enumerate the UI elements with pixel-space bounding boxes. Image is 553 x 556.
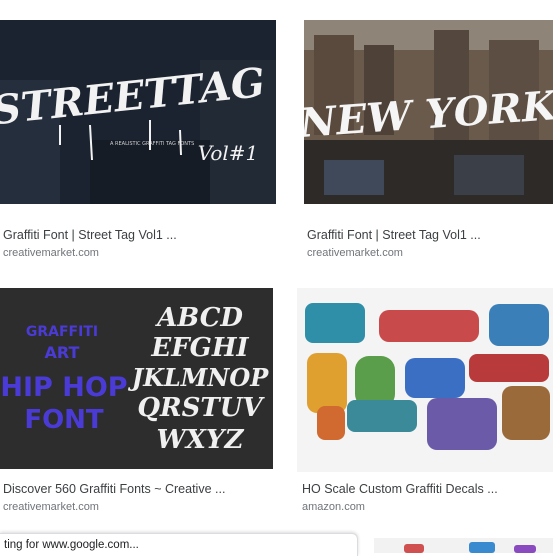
result-source-1[interactable]: creativemarket.com (3, 247, 99, 259)
graffiti-lettering: GRAFFITI (26, 324, 98, 340)
font-lettering: FONT (24, 405, 104, 435)
graffiti-decals-artwork (297, 288, 553, 472)
hip-hop-lettering: HIP HOP (0, 372, 127, 403)
result-source-4[interactable]: amazon.com (302, 501, 365, 513)
alphabet-row-5: WXYZ (157, 425, 245, 455)
result-title-2[interactable]: Graffiti Font | Street Tag Vol1 ... (307, 228, 547, 242)
status-text: ting for www.google.com... (4, 539, 139, 551)
result-title-4[interactable]: HO Scale Custom Graffiti Decals ... (302, 482, 552, 496)
art-lettering: ART (45, 343, 80, 362)
result-source-3[interactable]: creativemarket.com (3, 501, 99, 513)
result-source-2[interactable]: creativemarket.com (307, 247, 403, 259)
street-tag-artwork: STREETTAG Vol#1 A REALISTIC GRAFFITI TAG… (0, 20, 276, 204)
result-thumbnail-2[interactable]: NEW YORK (304, 20, 553, 204)
alphabet-row-4: QRSTUV (137, 393, 265, 423)
next-result-artwork (374, 538, 553, 553)
result-thumbnail-4[interactable] (297, 288, 553, 472)
hip-hop-font-artwork: GRAFFITI ART HIP HOP FONT ABCD EFGHI JKL… (0, 288, 273, 469)
result-title-1[interactable]: Graffiti Font | Street Tag Vol1 ... (3, 228, 273, 242)
next-result-thumbnail[interactable] (374, 538, 553, 553)
result-thumbnail-3[interactable]: GRAFFITI ART HIP HOP FONT ABCD EFGHI JKL… (0, 288, 273, 469)
alphabet-row-1: ABCD (154, 303, 243, 333)
vol-lettering: Vol#1 (198, 141, 259, 165)
alphabet-row-2: EFGHI (150, 333, 249, 363)
alphabet-row-3: JKLMNOP (128, 363, 270, 392)
result-title-3[interactable]: Discover 560 Graffiti Fonts ~ Creative .… (3, 482, 271, 496)
new-york-artwork: NEW YORK (304, 20, 553, 204)
result-thumbnail-1[interactable]: STREETTAG Vol#1 A REALISTIC GRAFFITI TAG… (0, 20, 276, 204)
